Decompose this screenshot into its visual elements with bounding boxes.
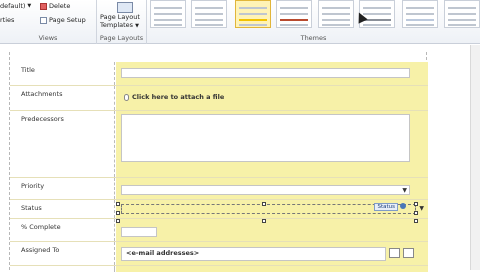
field-row-priority: Priority ▼ [10, 178, 428, 200]
field-label-status: Status [10, 200, 115, 218]
page-layouts-group-label: Page Layouts [99, 34, 144, 42]
default-view-button[interactable]: default) ▼ [0, 2, 31, 10]
properties-button[interactable]: rties [0, 16, 14, 24]
views-group: default) ▼ Delete rties Page Setup Views [0, 0, 97, 44]
dropdown-arrow-icon: ▼ [27, 3, 32, 9]
field-label-empty [10, 266, 115, 272]
dropdown-arrow-icon: ▼ [402, 187, 407, 194]
views-group-label: Views [38, 34, 58, 42]
resize-handle[interactable] [116, 219, 120, 223]
field-row-assigned-to: Assigned To <e-mail addresses> [10, 242, 428, 266]
resize-handle[interactable] [116, 202, 120, 206]
field-control-status: Status ▼ [116, 200, 428, 218]
page-setup-icon [40, 16, 47, 24]
paperclip-icon [124, 93, 129, 101]
field-label-title: Title [10, 62, 115, 85]
field-row-title: Title [10, 62, 428, 86]
field-control-assigned-to: <e-mail addresses> [116, 242, 428, 265]
field-row-next [10, 266, 428, 272]
form-canvas: Title Attachments Click here to attach a… [9, 52, 428, 272]
page-setup-button[interactable]: Page Setup [40, 16, 86, 24]
field-control-percent-complete [116, 219, 428, 241]
field-control-predecessors [116, 111, 428, 177]
field-control-title [116, 62, 428, 85]
theme-swatch[interactable] [191, 0, 227, 28]
field-row-attachments: Attachments Click here to attach a file [10, 86, 428, 111]
ribbon: default) ▼ Delete rties Page Setup Views … [0, 0, 480, 44]
status-select[interactable] [121, 204, 416, 214]
page-layout-templates-button[interactable]: Page Layout Templates ▼ [100, 13, 140, 29]
field-label-priority: Priority [10, 178, 115, 199]
delete-icon [40, 2, 47, 10]
percent-complete-input[interactable] [121, 227, 157, 237]
priority-select[interactable]: ▼ [121, 185, 410, 195]
theme-swatch[interactable] [150, 0, 186, 28]
field-control-priority: ▼ [116, 178, 428, 199]
status-badge: Status [374, 203, 398, 211]
page-layout-templates-icon [117, 2, 133, 13]
themes-group: Themes [147, 0, 480, 44]
theme-swatch[interactable] [444, 0, 480, 28]
resize-handle[interactable] [116, 211, 120, 215]
attach-file-link[interactable]: Click here to attach a file [124, 93, 224, 101]
theme-swatch[interactable] [402, 0, 438, 28]
assigned-to-input[interactable]: <e-mail addresses> [121, 247, 386, 261]
delete-view-button[interactable]: Delete [40, 2, 70, 10]
resize-handle[interactable] [262, 219, 266, 223]
dropdown-arrow-icon: ▼ [135, 23, 139, 29]
field-row-percent-complete: % Complete [10, 219, 428, 242]
resize-handle[interactable] [262, 202, 266, 206]
theme-swatch-selected[interactable] [235, 0, 271, 28]
predecessors-input[interactable] [121, 114, 410, 162]
field-label-percent-complete: % Complete [10, 219, 115, 241]
theme-swatch[interactable] [318, 0, 354, 28]
page-layouts-group: Page Layout Templates ▼ Page Layouts [97, 0, 147, 44]
check-names-icon[interactable] [389, 248, 400, 258]
field-control-attachments: Click here to attach a file [116, 86, 428, 110]
title-input[interactable] [121, 68, 410, 78]
field-row-predecessors: Predecessors [10, 111, 428, 178]
themes-group-label: Themes [300, 34, 327, 42]
dropdown-arrow-icon[interactable]: ▼ [419, 205, 424, 212]
field-control-next [116, 266, 428, 272]
resize-handle[interactable] [414, 219, 418, 223]
resize-handle[interactable] [414, 202, 418, 206]
field-label-attachments: Attachments [10, 86, 115, 110]
address-book-icon[interactable] [403, 248, 414, 258]
field-row-status: Status Status ▼ [10, 200, 428, 219]
left-margin [0, 45, 9, 270]
field-label-assigned-to: Assigned To [10, 242, 115, 265]
email-placeholder: <e-mail addresses> [126, 249, 200, 257]
theme-swatch[interactable] [276, 0, 312, 28]
resize-handle[interactable] [414, 211, 418, 215]
vertical-scrollbar[interactable] [470, 45, 480, 270]
status-options-icon[interactable] [400, 203, 406, 209]
field-label-predecessors: Predecessors [10, 111, 115, 177]
